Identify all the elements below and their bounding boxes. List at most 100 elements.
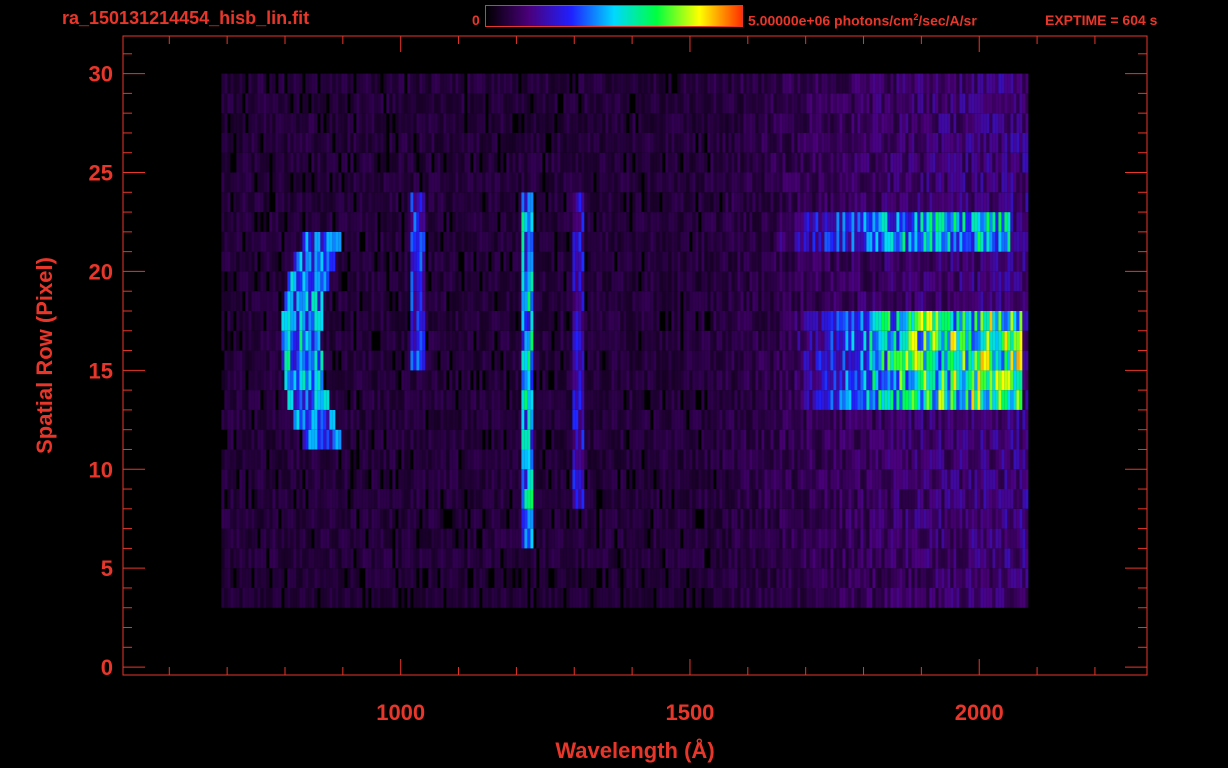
heatmap-cell <box>941 370 945 391</box>
heatmap-cell <box>842 311 846 331</box>
heatmap-cell <box>632 330 636 351</box>
heatmap-cell <box>254 568 258 588</box>
heatmap-cell <box>875 469 879 490</box>
heatmap-cell <box>326 271 330 292</box>
heatmap-cell <box>1001 508 1005 529</box>
heatmap-cell <box>710 390 714 410</box>
heatmap-cell <box>770 311 774 331</box>
heatmap-cell <box>302 311 306 331</box>
heatmap-cell <box>320 508 324 529</box>
heatmap-cell <box>890 469 894 490</box>
heatmap-cell <box>614 588 618 608</box>
heatmap-cell <box>902 330 906 351</box>
heatmap-cell <box>422 330 426 351</box>
heatmap-cell <box>758 449 762 470</box>
heatmap-cell <box>230 350 234 371</box>
heatmap-cell <box>629 568 633 588</box>
heatmap-cell <box>647 588 651 608</box>
heatmap-cell <box>770 548 774 569</box>
heatmap-cell <box>950 528 954 549</box>
heatmap-cell <box>272 429 276 450</box>
heatmap-cell <box>677 548 681 569</box>
heatmap-cell <box>644 588 648 608</box>
heatmap-cell <box>956 588 960 608</box>
heatmap-cell <box>848 568 852 588</box>
heatmap-cell <box>788 271 792 292</box>
heatmap-cell <box>431 350 435 371</box>
heatmap-cell <box>857 311 861 331</box>
heatmap-cell <box>698 370 702 391</box>
heatmap-cell <box>806 469 810 490</box>
heatmap-cell <box>224 449 228 470</box>
heatmap-cell <box>899 528 903 549</box>
heatmap-cell <box>659 212 663 232</box>
heatmap-cell <box>548 548 552 569</box>
heatmap-cell <box>491 469 495 490</box>
heatmap-cell <box>725 548 729 569</box>
heatmap-cell <box>719 409 723 430</box>
heatmap-cell <box>821 568 825 588</box>
heatmap-cell <box>557 528 561 549</box>
heatmap-cell <box>791 311 795 331</box>
heatmap-cell <box>638 370 642 391</box>
heatmap-cell <box>992 568 996 588</box>
heatmap-cell <box>620 508 624 529</box>
heatmap-cell <box>359 390 363 410</box>
heatmap-cell <box>1004 370 1008 391</box>
heatmap-cell <box>821 508 825 529</box>
heatmap-cell <box>917 449 921 470</box>
heatmap-cell <box>479 231 483 252</box>
heatmap-cell <box>413 548 417 569</box>
heatmap-cell <box>758 370 762 391</box>
heatmap-cell <box>722 271 726 292</box>
heatmap-cell <box>473 429 477 450</box>
heatmap-cell <box>869 548 873 569</box>
heatmap-cell <box>602 429 606 450</box>
heatmap-cell <box>518 588 522 608</box>
heatmap-cell <box>818 508 822 529</box>
heatmap-cell <box>311 212 315 232</box>
heatmap-cell <box>839 311 843 331</box>
heatmap-cell <box>773 449 777 470</box>
heatmap-cell <box>899 489 903 509</box>
heatmap-cell <box>287 469 291 490</box>
heatmap-cell <box>473 271 477 292</box>
heatmap-cell <box>293 350 297 371</box>
heatmap-cell <box>254 469 258 490</box>
heatmap-cell <box>743 409 747 430</box>
heatmap-cell <box>350 409 354 430</box>
heatmap-cell <box>539 449 543 470</box>
heatmap-cell <box>890 390 894 410</box>
heatmap-cell <box>434 271 438 292</box>
heatmap-cell <box>866 449 870 470</box>
heatmap-cell <box>533 291 537 311</box>
heatmap-cell <box>251 271 255 292</box>
heatmap-cell <box>1007 311 1011 331</box>
heatmap-cell <box>713 251 717 272</box>
heatmap-cell <box>503 350 507 371</box>
heatmap-cell <box>266 588 270 608</box>
heatmap-cell <box>758 588 762 608</box>
heatmap-cell <box>362 409 366 430</box>
heatmap-cell <box>299 390 303 410</box>
heatmap-cell <box>707 350 711 371</box>
heatmap-cell <box>509 449 513 470</box>
heatmap-cell <box>671 231 675 252</box>
heatmap-cell <box>677 568 681 588</box>
heatmap-cell <box>719 508 723 529</box>
heatmap-cell <box>935 528 939 549</box>
heatmap-cell <box>923 251 927 272</box>
heatmap-cell <box>248 588 252 608</box>
heatmap-cell <box>464 568 468 588</box>
heatmap-cell <box>392 271 396 292</box>
heatmap-cell <box>488 212 492 232</box>
heatmap-cell <box>806 390 810 410</box>
heatmap-cell <box>989 548 993 569</box>
heatmap-cell <box>326 330 330 351</box>
heatmap-cell <box>926 429 930 450</box>
heatmap-cell <box>959 429 963 450</box>
heatmap-cell <box>803 231 807 252</box>
heatmap-cell <box>971 548 975 569</box>
heatmap-cell <box>875 251 879 272</box>
heatmap-cell <box>674 231 678 252</box>
